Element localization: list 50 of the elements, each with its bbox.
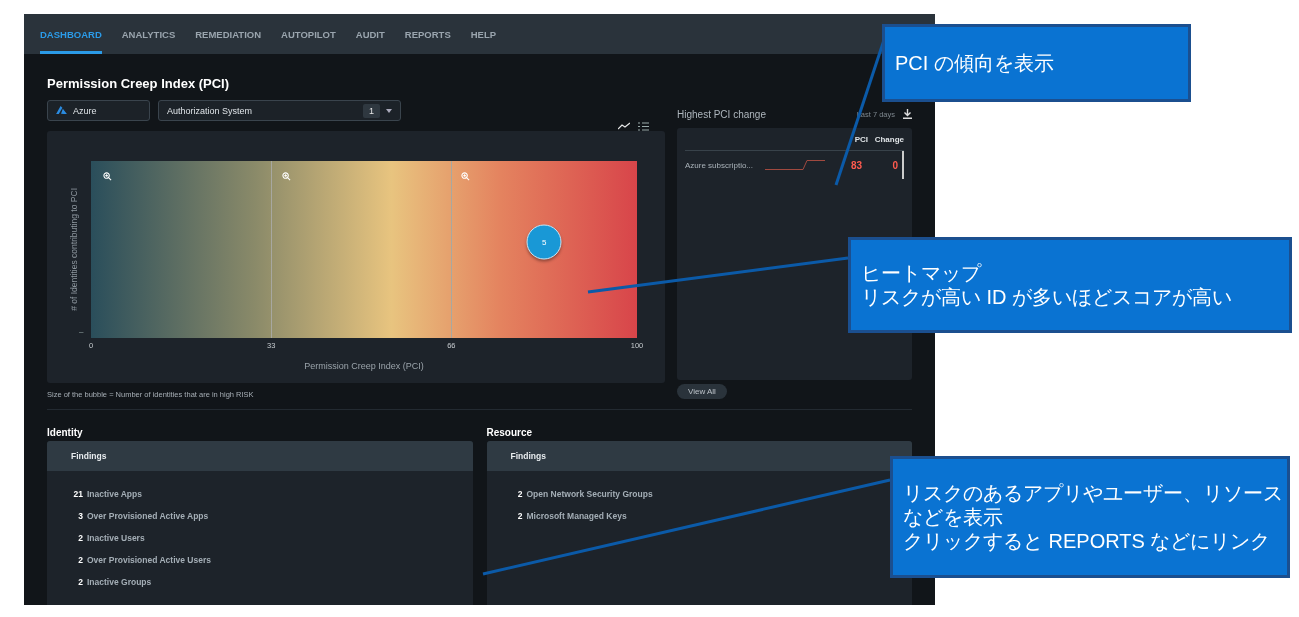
page-title: Permission Creep Index (PCI): [47, 76, 231, 91]
finding-link[interactable]: Over Provisioned Active Users: [87, 555, 211, 565]
azure-logo-icon: [56, 106, 67, 115]
view-all-button[interactable]: View All: [677, 384, 727, 399]
table-cell-text: 0: [891, 159, 899, 171]
y-axis-tick: –: [79, 327, 84, 336]
list-icon[interactable]: [638, 122, 649, 131]
count-badge: 1: [363, 103, 380, 118]
authorization-system-dropdown[interactable]: Authorization System 1: [158, 100, 401, 121]
column-header: PCI: [853, 135, 868, 144]
nav-tab[interactable]: REMEDIATION: [195, 14, 262, 54]
finding-count: 2: [77, 533, 83, 543]
finding-link[interactable]: Open Network Security Groups: [526, 489, 653, 499]
caret-icon: [386, 108, 392, 113]
finding-link[interactable]: Inactive Groups: [87, 577, 152, 587]
finding-link[interactable]: Inactive Apps: [87, 489, 142, 499]
zoom-in-icon[interactable]: [103, 172, 112, 181]
nav-tab[interactable]: AUTOPILOT: [281, 14, 336, 54]
annotation-callout: PCI の傾向を表示: [882, 24, 1191, 102]
sparkline: [765, 159, 827, 171]
dropdown-value: Authorization System: [167, 105, 253, 116]
y-axis-label: # of Identities contributing to PCI: [69, 188, 79, 311]
finding-count: 21: [72, 489, 83, 499]
nav-tab[interactable]: AUDIT: [355, 14, 385, 54]
x-axis-label: Permission Creep Index (PCI): [303, 360, 425, 373]
cloud-dropdown[interactable]: Azure: [47, 100, 150, 121]
card-header: Findings: [486, 441, 912, 471]
table-cell-text: Azure subscriptio...: [685, 160, 755, 170]
dropdown-value: Azure: [73, 105, 97, 116]
card-header: Findings: [47, 441, 473, 471]
finding-link[interactable]: Inactive Users: [87, 533, 145, 543]
nav-tab[interactable]: ANALYTICS: [121, 14, 176, 54]
nav-tab[interactable]: HELP: [470, 14, 497, 54]
download-icon[interactable]: [903, 109, 912, 119]
annotation-callout: ヒートマップ リスクが高い ID が多いほどスコアが高い: [848, 237, 1292, 333]
nav-tab[interactable]: REPORTS: [404, 14, 451, 54]
finding-count: 2: [77, 555, 83, 565]
finding-count: 2: [516, 511, 523, 521]
finding-count: 3: [77, 511, 83, 521]
annotation-callout: リスクのあるアプリやユーザー、リソース などを表示 クリックすると REPORTS などにリンク: [890, 456, 1290, 578]
section-title: Identity: [47, 427, 84, 438]
finding-link[interactable]: Over Provisioned Active Apps: [87, 511, 209, 521]
section-title: Resource: [486, 427, 534, 438]
table-cell-text: 83: [849, 159, 863, 171]
finding-count: 2: [516, 489, 523, 499]
panel-title: Highest PCI change: [677, 108, 766, 120]
finding-count: 2: [77, 577, 83, 587]
finding-link[interactable]: Microsoft Managed Keys: [526, 511, 627, 521]
column-header: Change: [873, 135, 904, 144]
nav-tab[interactable]: DASHBOARD: [40, 14, 102, 54]
